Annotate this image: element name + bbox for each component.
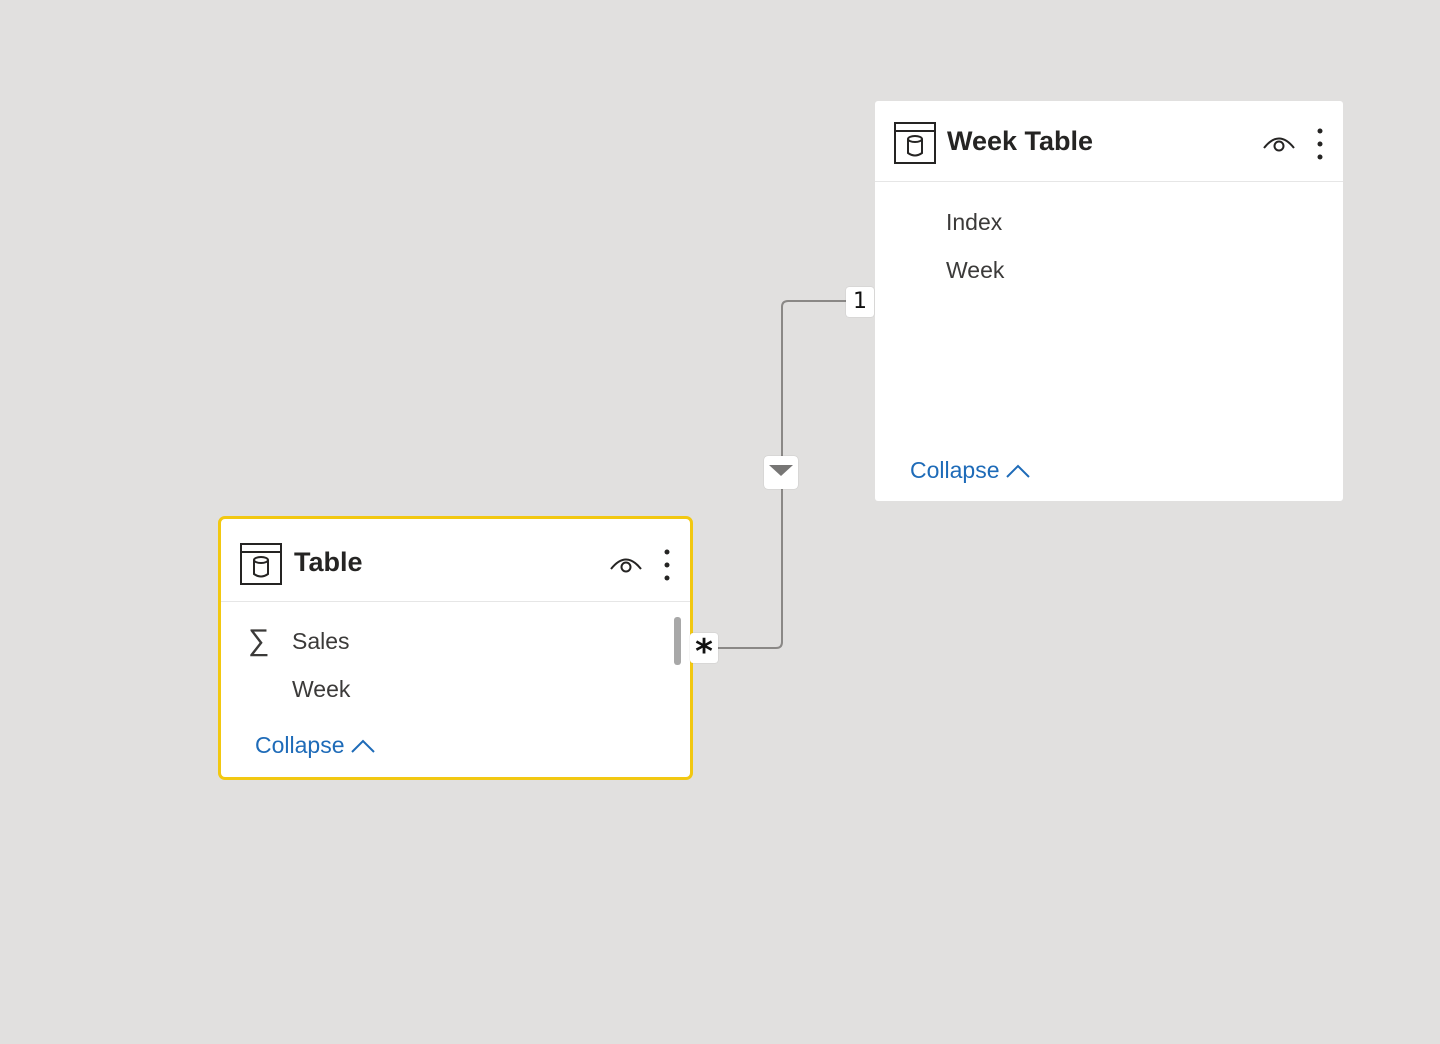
more-options-icon[interactable] <box>662 548 672 582</box>
collapse-label: Collapse <box>910 457 1000 483</box>
more-options-icon[interactable] <box>1315 127 1325 161</box>
relationship-many-cardinality: * <box>690 633 718 671</box>
relationship-one-cardinality: 1 <box>846 287 874 317</box>
field-index[interactable]: Index <box>946 209 1002 236</box>
table-card-week-table[interactable]: Week Table Index Week Collapse <box>875 101 1343 501</box>
filter-direction-arrow-icon[interactable] <box>764 456 798 489</box>
collapse-button[interactable]: Collapse <box>255 732 375 759</box>
table-card-header[interactable]: Week Table <box>875 101 1343 182</box>
field-week[interactable]: Week <box>292 676 350 703</box>
collapse-label: Collapse <box>255 732 345 758</box>
model-view-canvas[interactable]: 1 Week Table Index Week Collapse Table ∑… <box>0 0 1440 1044</box>
field-list-scrollbar[interactable] <box>674 617 681 665</box>
table-card-table[interactable]: Table ∑ Sales Week Collapse <box>218 516 693 780</box>
eye-icon[interactable] <box>609 552 643 576</box>
table-title: Table <box>294 547 363 577</box>
chevron-up-icon <box>350 739 375 753</box>
chevron-up-icon <box>1005 464 1030 478</box>
table-icon <box>894 122 936 164</box>
field-sales[interactable]: Sales <box>292 628 350 655</box>
table-icon <box>240 543 282 585</box>
sigma-icon: ∑ <box>248 624 270 657</box>
eye-icon[interactable] <box>1262 131 1296 155</box>
collapse-button[interactable]: Collapse <box>910 457 1030 484</box>
table-title: Week Table <box>947 126 1094 156</box>
table-card-header[interactable]: Table <box>221 519 690 602</box>
field-week[interactable]: Week <box>946 257 1004 284</box>
